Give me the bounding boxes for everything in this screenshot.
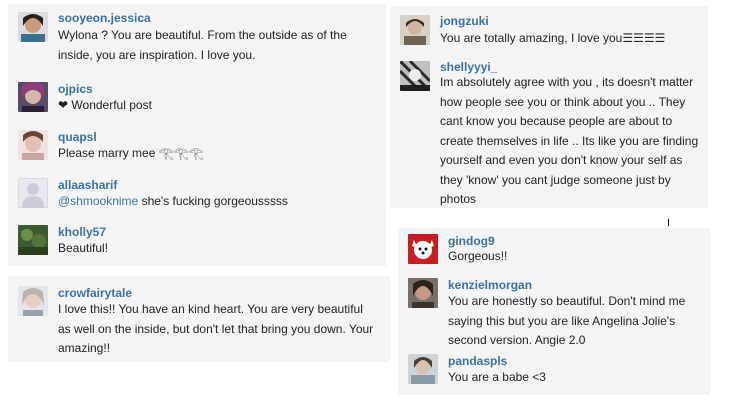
comment-username[interactable]: crowfairytale: [58, 286, 132, 301]
comment-username[interactable]: jongzuki: [440, 14, 489, 29]
heart-icon: ❤: [58, 98, 69, 112]
comment-text: I love this!! You have an kind heart. Yo…: [58, 302, 374, 355]
comment-text: Wylona ? You are beautiful. From the out…: [58, 28, 347, 62]
comment-panel-left-bottom: crowfairytale I love this!! You have an …: [8, 276, 390, 362]
user-avatar[interactable]: [18, 225, 48, 255]
comment-username[interactable]: kenzielmorgan: [448, 278, 532, 293]
comment-panel-left-top: sooyeon.jessica Wylona ? You are beautif…: [8, 4, 386, 266]
user-avatar[interactable]: [408, 354, 438, 384]
user-avatar[interactable]: [18, 12, 48, 42]
text-caret: [668, 219, 669, 226]
mention-link[interactable]: @shmooknime: [58, 194, 138, 208]
comment-text-body: Wonderful post: [71, 98, 152, 112]
user-avatar[interactable]: [400, 61, 430, 91]
comment-text: You are totally amazing, I love you☰☰☰☰: [440, 31, 666, 45]
comment-text: ❤ Wonderful post: [58, 96, 374, 116]
user-avatar[interactable]: [18, 130, 48, 160]
comment-text: You are honestly so beautiful. Don't min…: [448, 294, 686, 347]
comment-text: @shmooknime she's fucking gorgeousssss: [58, 192, 374, 212]
user-avatar[interactable]: [408, 234, 438, 264]
comment-text-body: she's fucking gorgeousssss: [141, 194, 288, 208]
comment-username[interactable]: allaasharif: [58, 178, 117, 193]
comment-username[interactable]: sooyeon.jessica: [58, 11, 151, 26]
comment-username[interactable]: pandaspls: [448, 354, 507, 369]
comment-text: Beautiful!: [58, 241, 109, 255]
comment-text: Im absolutely agree with you , its doesn…: [440, 75, 699, 206]
user-avatar[interactable]: [18, 286, 48, 316]
comment-username[interactable]: quapsl: [58, 130, 97, 145]
comment-text: You are a babe <3: [448, 370, 546, 384]
user-avatar[interactable]: [400, 15, 430, 45]
comment-username[interactable]: kholly57: [58, 225, 106, 240]
user-avatar[interactable]: [18, 82, 48, 112]
comment-panel-right-bottom: gindog9 Gorgeous!! kenzielmorgan You are…: [398, 228, 710, 395]
comment-text: Please marry mee 𓂀𓂀𓂀: [58, 146, 204, 160]
comment-username[interactable]: ojpics: [58, 82, 93, 97]
default-avatar[interactable]: [18, 178, 48, 208]
comment-panel-right-top: jongzuki You are totally amazing, I love…: [390, 6, 708, 208]
comment-text: Gorgeous!!: [448, 249, 508, 263]
user-avatar[interactable]: [408, 278, 438, 308]
